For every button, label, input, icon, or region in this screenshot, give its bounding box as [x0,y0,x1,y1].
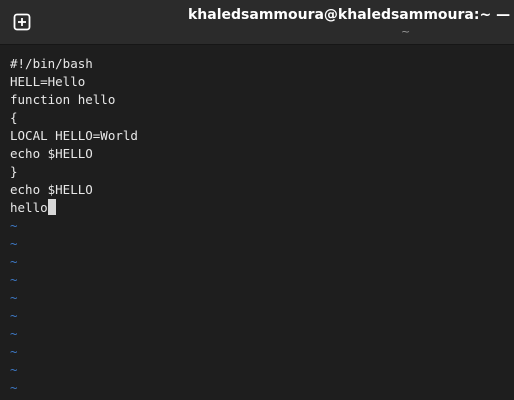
empty-line-marker: ~ [10,326,18,341]
empty-line-marker: ~ [10,362,18,377]
empty-line-marker: ~ [10,344,18,359]
code-line: echo $HELLO [10,146,93,161]
code-line: echo $HELLO [10,182,93,197]
empty-line-marker: ~ [10,308,18,323]
code-line: function hello [10,92,116,107]
text-cursor [47,199,56,215]
empty-line-marker: ~ [10,290,18,305]
title-bar: khaledsammoura@khaledsammoura:~ — /usr/l… [0,0,514,45]
empty-line-marker: ~ [10,380,18,395]
code-line: #!/bin/bash [10,56,93,71]
empty-line-marker: ~ [10,236,18,251]
code-line: LOCAL HELLO=World [10,128,138,143]
window-title: khaledsammoura@khaledsammoura:~ — /usr/l… [188,7,514,23]
empty-line-marker: ~ [10,218,18,233]
terminal-window: khaledsammoura@khaledsammoura:~ — /usr/l… [0,0,514,400]
code-line-text: hello [10,200,48,215]
code-line-current: hello [10,199,514,217]
window-subtitle: ~ [401,25,411,38]
code-line: } [10,164,18,179]
new-tab-button[interactable] [7,7,37,37]
empty-line-marker: ~ [10,254,18,269]
code-line: { [10,110,18,125]
empty-line-marker: ~ [10,272,18,287]
vim-editor-buffer[interactable]: #!/bin/bash HELL=Hello function hello { … [10,55,514,397]
code-line: HELL=Hello [10,74,86,89]
new-tab-plus-icon [13,13,31,31]
